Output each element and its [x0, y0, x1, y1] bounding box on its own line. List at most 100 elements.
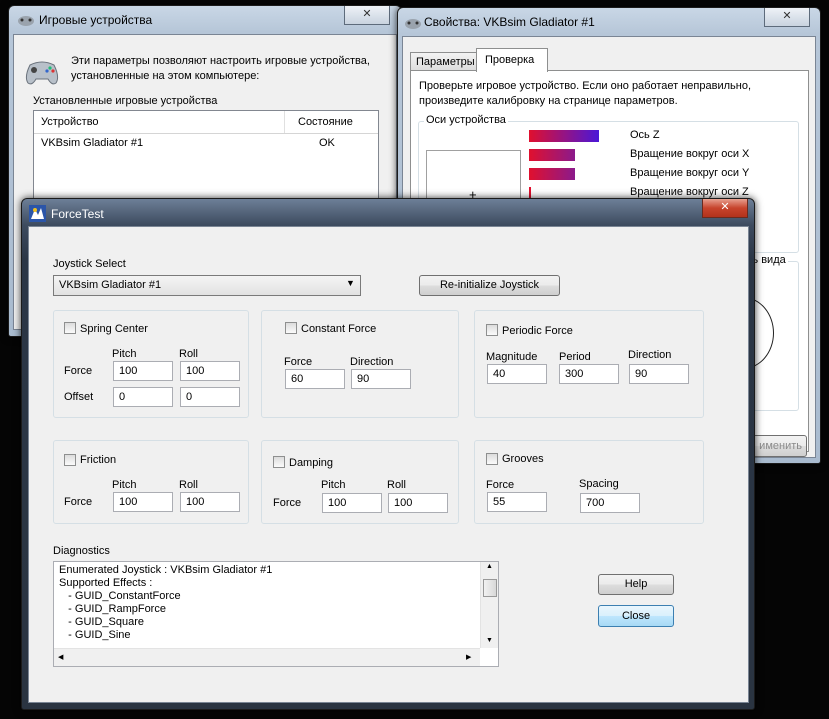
gamepad-icon	[17, 11, 35, 32]
diagnostic-line: - GUID_Square	[59, 616, 144, 628]
list-header: Устройство Состояние	[34, 111, 378, 134]
diagnostics-textbox[interactable]: Enumerated Joystick : VKBsim Gladiator #…	[53, 561, 499, 667]
joystick-select-label: Joystick Select	[53, 258, 126, 270]
scroll-left-icon[interactable]: ◀	[58, 653, 63, 661]
periodic-force-group: Periodic Force Magnitude Period Directio…	[474, 310, 704, 418]
table-row[interactable]: VKBsim Gladiator #1 OK	[34, 135, 378, 153]
spacing-label: Spacing	[579, 478, 619, 490]
installed-devices-label: Установленные игровые устройства	[33, 95, 218, 107]
column-status[interactable]: Состояние	[298, 116, 353, 128]
constant-direction-input[interactable]: 90	[351, 369, 411, 389]
offset-label: Offset	[64, 391, 94, 403]
vertical-scrollbar[interactable]: ▲ ▼	[480, 562, 498, 648]
grooves-checkbox[interactable]	[486, 453, 498, 465]
roll-label: Roll	[179, 348, 198, 360]
axis-label: Ось Z	[630, 129, 660, 141]
force-label: Force	[273, 497, 302, 509]
window-title: Игровые устройства	[39, 13, 153, 27]
close-button[interactable]: ✕	[344, 6, 390, 25]
diagnostic-line: - GUID_Sine	[59, 629, 131, 641]
close-button[interactable]: ✕	[764, 8, 810, 27]
scroll-up-icon[interactable]: ▲	[486, 563, 493, 570]
magnitude-label: Magnitude	[486, 351, 538, 363]
axis-bar-rx	[529, 149, 575, 161]
grooves-group: Grooves Force Spacing 55 700	[474, 440, 704, 524]
spring-force-roll-input[interactable]: 100	[180, 361, 240, 381]
grooves-spacing-input[interactable]: 700	[580, 493, 640, 513]
axis-label: Вращение вокруг оси Y	[630, 167, 750, 179]
description-line2: установленные на этом компьютере:	[71, 70, 260, 82]
damping-group: Damping Pitch Roll Force 100 100	[261, 440, 459, 524]
periodic-force-label: Periodic Force	[502, 325, 573, 337]
chevron-down-icon: ▼	[346, 278, 355, 288]
damping-roll-input[interactable]: 100	[388, 493, 448, 513]
damping-pitch-input[interactable]: 100	[322, 493, 382, 513]
grooves-label: Grooves	[502, 453, 544, 465]
spring-center-label: Spring Center	[80, 323, 148, 335]
scroll-right-icon[interactable]: ▶	[466, 653, 471, 661]
gamepad-icon	[24, 57, 60, 90]
constant-force-input[interactable]: 60	[285, 369, 345, 389]
force-label: Force	[64, 365, 93, 377]
gamepad-icon	[404, 14, 422, 35]
scroll-down-icon[interactable]: ▼	[486, 637, 493, 644]
spring-offset-pitch-input[interactable]: 0	[113, 387, 173, 407]
spring-center-checkbox[interactable]	[64, 322, 76, 334]
tab-parameters[interactable]: Параметры	[410, 52, 478, 71]
tab-test[interactable]: Проверка	[476, 48, 548, 72]
friction-group: Friction Pitch Roll Force 100 100	[53, 440, 249, 524]
reinitialize-joystick-button[interactable]: Re-initialize Joystick	[419, 275, 560, 296]
roll-label: Roll	[179, 479, 198, 491]
window-title: ForceTest	[51, 207, 104, 221]
spring-center-group: Spring Center Pitch Roll Force 100 100 O…	[53, 310, 249, 418]
constant-force-checkbox[interactable]	[285, 322, 297, 334]
axis-bar-ry	[529, 168, 575, 180]
close-button[interactable]: ✕	[702, 199, 748, 218]
instruction-line1: Проверьте игровое устройство. Если оно р…	[419, 80, 752, 92]
damping-label: Damping	[289, 457, 334, 469]
axis-label: Вращение вокруг оси Z	[630, 186, 749, 198]
periodic-direction-input[interactable]: 90	[629, 364, 689, 384]
diagnostics-label: Diagnostics	[53, 545, 110, 557]
force-label: Force	[64, 496, 93, 508]
diagnostic-line: Supported Effects :	[59, 577, 153, 589]
damping-checkbox[interactable]	[273, 456, 285, 468]
column-device[interactable]: Устройство	[41, 116, 99, 128]
friction-pitch-input[interactable]: 100	[113, 492, 173, 512]
app-icon	[29, 205, 46, 225]
force-label: Force	[284, 356, 313, 368]
force-label: Force	[486, 479, 515, 491]
friction-roll-input[interactable]: 100	[180, 492, 240, 512]
device-name: VKBsim Gladiator #1	[41, 137, 144, 149]
spring-offset-roll-input[interactable]: 0	[180, 387, 240, 407]
instruction-line2: произведите калибровку на странице парам…	[419, 95, 678, 107]
periodic-period-input[interactable]: 300	[559, 364, 619, 384]
diagnostics-text: Enumerated Joystick : VKBsim Gladiator #…	[59, 564, 479, 642]
grooves-force-input[interactable]: 55	[487, 492, 547, 512]
forcetest-window: ForceTest ✕ Joystick Select VKBsim Gladi…	[21, 198, 755, 710]
axis-bar-z	[529, 130, 599, 142]
axes-group-label: Оси устройства	[424, 114, 508, 126]
window-title: Свойства: VKBsim Gladiator #1	[424, 15, 595, 29]
close-dialog-button[interactable]: Close	[598, 605, 674, 627]
scroll-thumb[interactable]	[483, 579, 497, 597]
periodic-force-checkbox[interactable]	[486, 324, 498, 336]
axis-label: Вращение вокруг оси X	[630, 148, 750, 160]
pitch-label: Pitch	[112, 479, 137, 491]
constant-force-label: Constant Force	[301, 323, 377, 335]
pitch-label: Pitch	[321, 479, 346, 491]
device-status: OK	[319, 137, 335, 149]
friction-label: Friction	[80, 454, 117, 466]
roll-label: Roll	[387, 479, 406, 491]
spring-force-pitch-input[interactable]: 100	[113, 361, 173, 381]
help-button[interactable]: Help	[598, 574, 674, 595]
description-line1: Эти параметры позволяют настроить игровы…	[71, 55, 370, 67]
horizontal-scrollbar[interactable]: ◀ ▶	[54, 648, 480, 666]
direction-label: Direction	[350, 356, 394, 368]
constant-force-group: Constant Force Force Direction 60 90	[261, 310, 459, 418]
period-label: Period	[559, 351, 591, 363]
diagnostic-line: Enumerated Joystick : VKBsim Gladiator #…	[59, 564, 273, 576]
periodic-magnitude-input[interactable]: 40	[487, 364, 547, 384]
joystick-select-dropdown[interactable]: VKBsim Gladiator #1 ▼	[53, 275, 361, 296]
friction-checkbox[interactable]	[64, 454, 76, 466]
